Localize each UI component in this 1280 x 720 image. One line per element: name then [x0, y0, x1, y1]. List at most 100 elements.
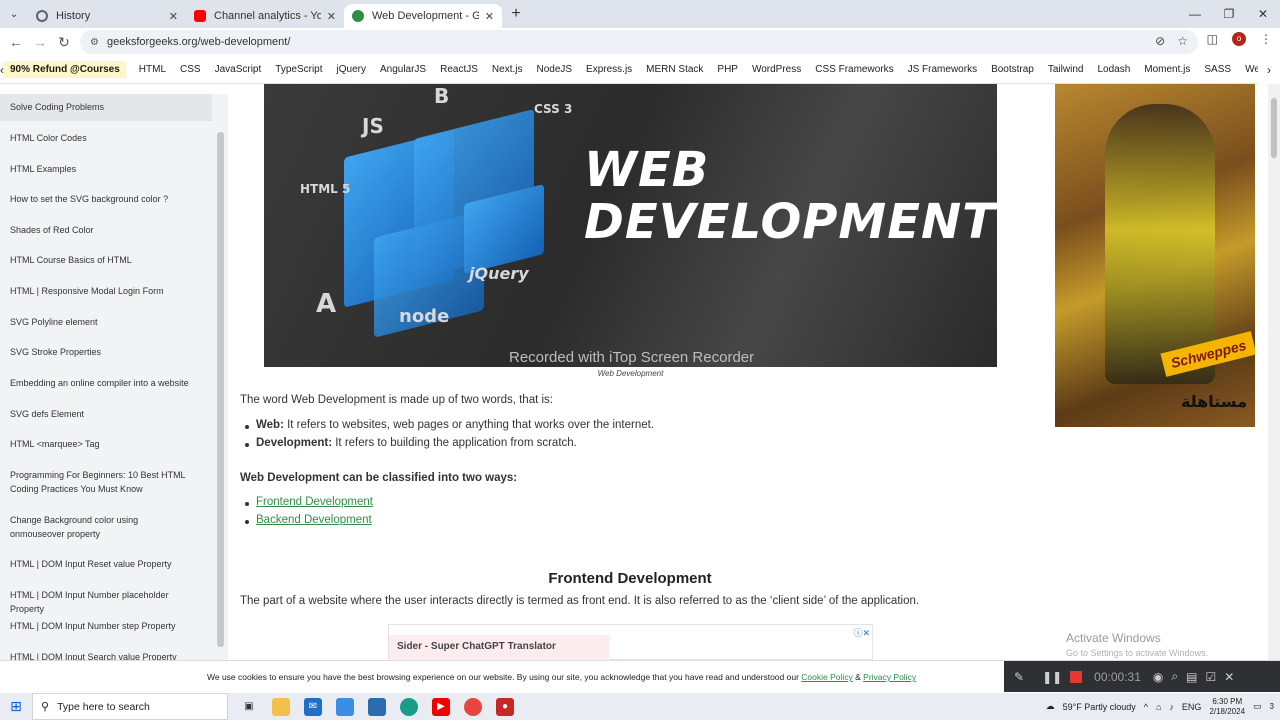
sidebar-item[interactable]: HTML | Responsive Modal Login Form	[0, 284, 212, 298]
nav-item[interactable]: HTML	[132, 64, 173, 75]
chat-icon[interactable]: ▤	[1186, 670, 1197, 684]
weather-text[interactable]: 59°F Partly cloudy	[1063, 702, 1136, 712]
sidebar-item[interactable]: HTML | DOM Input Search value Property	[0, 650, 212, 660]
close-tab-icon[interactable]: ✕	[327, 10, 336, 23]
windows-start-icon[interactable]: ⊞	[0, 698, 32, 715]
tray-up-icon[interactable]: ^	[1144, 702, 1148, 712]
clock[interactable]: 6:30 PM 2/18/2024	[1209, 697, 1245, 717]
zoom-icon[interactable]: ⌕	[1171, 669, 1178, 684]
pause-icon[interactable]: ❚❚	[1042, 670, 1062, 684]
nav-item[interactable]: CSS Frameworks	[808, 64, 900, 75]
notification-icon[interactable]: ▭	[1253, 701, 1262, 712]
tab-youtube-analytics[interactable]: Channel analytics - YouTube Stu ✕	[186, 4, 344, 28]
nav-item[interactable]: Lodash	[1090, 64, 1137, 75]
edge-icon[interactable]	[400, 697, 418, 716]
stop-icon[interactable]	[1070, 670, 1083, 683]
nav-item[interactable]: JavaScript	[208, 64, 269, 75]
nav-right-arrow-icon[interactable]: ›	[1258, 56, 1280, 84]
nav-item[interactable]: PHP	[710, 64, 745, 75]
sidebar-scrollbar[interactable]	[217, 132, 224, 647]
classification-heading: Web Development can be classified into t…	[240, 472, 518, 484]
nav-item[interactable]: jQuery	[330, 64, 373, 75]
close-tab-icon[interactable]: ✕	[169, 10, 178, 23]
reload-icon[interactable]: ↻	[52, 34, 76, 51]
eye-off-icon[interactable]: ⊘	[1155, 34, 1165, 48]
scrollbar-thumb[interactable]	[1271, 98, 1277, 158]
inline-ad[interactable]: Sider - Super ChatGPT Translator ⓘ✕	[388, 624, 873, 661]
sidebar-item[interactable]: HTML Examples	[0, 162, 212, 176]
taskbar-search[interactable]: ⚲ Type here to search	[32, 693, 228, 720]
sidebar-item[interactable]: SVG defs Element	[0, 407, 212, 421]
sidebar-item[interactable]: HTML Course Basics of HTML	[0, 253, 212, 267]
tab-web-development[interactable]: Web Development - GeeksforG ✕	[344, 4, 502, 28]
sidebar-item[interactable]: How to set the SVG background color ?	[0, 192, 212, 206]
banner-title-line2: DEVELOPMENT	[584, 194, 996, 250]
close-recorder-icon[interactable]: ✕	[1224, 670, 1234, 684]
sidebar-item[interactable]: Embedding an online compiler into a webs…	[0, 376, 212, 390]
nav-item[interactable]: Bootstrap	[984, 64, 1041, 75]
sidebar-item[interactable]: HTML | DOM Input Number step Property	[0, 619, 212, 633]
language-indicator[interactable]: ENG	[1182, 702, 1202, 712]
network-icon[interactable]: ⌂	[1156, 702, 1161, 712]
pen-icon[interactable]: ✎	[1014, 670, 1024, 684]
backend-development-link[interactable]: Backend Development	[256, 514, 372, 526]
sidebar-item[interactable]: SVG Polyline element	[0, 315, 212, 329]
nav-item[interactable]: AngularJS	[373, 64, 433, 75]
new-tab-button[interactable]: +	[502, 5, 530, 23]
profile-avatar[interactable]: o	[1232, 32, 1246, 46]
nav-item[interactable]: ReactJS	[433, 64, 485, 75]
promo-link[interactable]: 90% Refund @Courses	[4, 61, 126, 78]
site-info-icon[interactable]: ⚙	[90, 37, 99, 48]
page-scrollbar[interactable]	[1268, 84, 1280, 660]
url-text: geeksforgeeks.org/web-development/	[106, 36, 291, 48]
camera-icon[interactable]: ◉	[1153, 670, 1163, 684]
nav-item[interactable]: Next.js	[485, 64, 530, 75]
file-explorer-icon[interactable]	[272, 697, 290, 716]
nav-item[interactable]: SASS	[1197, 64, 1238, 75]
nav-item[interactable]: MERN Stack	[639, 64, 710, 75]
nav-item[interactable]: WordPress	[745, 64, 808, 75]
close-tab-icon[interactable]: ✕	[485, 10, 494, 23]
mail-icon[interactable]: ✉	[304, 697, 322, 716]
tab-search-icon[interactable]: ⌄	[0, 0, 28, 28]
frontend-development-link[interactable]: Frontend Development	[256, 496, 373, 508]
address-bar[interactable]: ⚙ geeksforgeeks.org/web-development/ ⊘ ☆	[80, 30, 1198, 54]
nav-item[interactable]: Moment.js	[1137, 64, 1197, 75]
recorder-app-icon[interactable]: ●	[496, 697, 514, 716]
back-icon[interactable]: ←	[4, 34, 28, 50]
bookmark-star-icon[interactable]: ☆	[1177, 34, 1188, 48]
chrome-icon[interactable]	[464, 697, 482, 716]
nav-item[interactable]: NodeJS	[529, 64, 579, 75]
youtube-icon[interactable]: ▶	[432, 697, 450, 716]
sidebar-item[interactable]: Programming For Beginners: 10 Best HTML …	[0, 468, 205, 496]
nav-item[interactable]: CSS	[173, 64, 208, 75]
more-menu-icon[interactable]: ⋮	[1260, 32, 1272, 46]
volume-icon[interactable]: ♪	[1169, 702, 1174, 712]
sidebar-item[interactable]: Change Background color using onmouseove…	[0, 513, 195, 541]
sidebar-item[interactable]: HTML <marquee> Tag	[0, 437, 212, 451]
task-view-icon[interactable]: ▣	[240, 698, 258, 716]
restore-icon[interactable]: ❐	[1212, 0, 1246, 28]
nav-item[interactable]: JS Frameworks	[901, 64, 984, 75]
nav-item[interactable]: Express.js	[579, 64, 639, 75]
sidebar-item[interactable]: HTML | DOM Input Reset value Property	[0, 557, 212, 571]
sidebar-item[interactable]: HTML | DOM Input Number placeholder Prop…	[0, 588, 212, 616]
sidebar-item[interactable]: Solve Coding Problems	[0, 94, 212, 121]
sidebar-item[interactable]: SVG Stroke Properties	[0, 345, 212, 359]
tab-history[interactable]: History ✕	[28, 4, 186, 28]
ad-close-icon[interactable]: ⓘ✕	[853, 626, 870, 639]
privacy-policy-link[interactable]: Privacy Policy	[863, 672, 916, 682]
side-panel-icon[interactable]: ◫	[1207, 32, 1218, 46]
side-ad-banner[interactable]: Schweppes مستاهلة	[1055, 84, 1255, 427]
cookie-policy-link[interactable]: Cookie Policy	[801, 672, 853, 682]
nav-item[interactable]: TypeScript	[268, 64, 329, 75]
app-icon[interactable]	[336, 697, 354, 716]
forward-icon[interactable]: →	[28, 34, 52, 50]
minimize-icon[interactable]: —	[1178, 0, 1212, 28]
nav-item[interactable]: Tailwind	[1041, 64, 1091, 75]
sidebar-item[interactable]: Shades of Red Color	[0, 223, 212, 237]
sidebar-item[interactable]: HTML Color Codes	[0, 131, 212, 145]
close-window-icon[interactable]: ✕	[1246, 0, 1280, 28]
store-icon[interactable]	[368, 697, 386, 716]
edit-icon[interactable]: ☑	[1205, 670, 1216, 684]
